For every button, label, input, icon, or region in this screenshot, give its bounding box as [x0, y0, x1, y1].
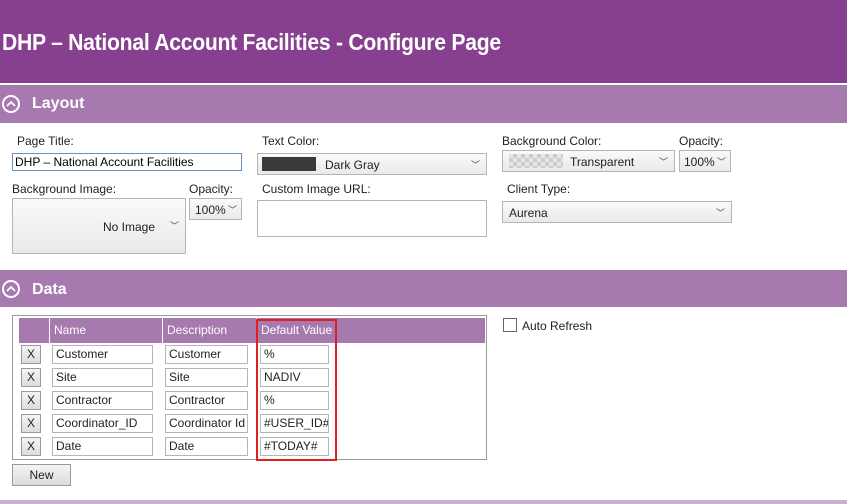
- bg-color-opacity-value: 100%: [684, 155, 715, 169]
- background-color-label: Background Color:: [502, 134, 602, 148]
- background-image-value: No Image: [103, 220, 156, 234]
- page-title-label: Page Title:: [17, 134, 74, 148]
- opacity-label: Opacity:: [679, 134, 724, 148]
- row-description-input[interactable]: Date: [165, 437, 248, 456]
- default-value-highlight: [256, 319, 337, 461]
- data-section-header[interactable]: Data: [0, 270, 847, 307]
- chevron-down-icon: ﹀: [658, 157, 668, 167]
- bg-color-opacity-dropdown[interactable]: 100% ﹀: [679, 150, 731, 172]
- chevron-down-icon: ﹀: [716, 157, 726, 167]
- row-description-input[interactable]: Coordinator Id: [165, 414, 248, 433]
- row-name-input[interactable]: Contractor: [52, 391, 153, 410]
- collapse-layout-icon[interactable]: [2, 95, 20, 113]
- auto-refresh-label[interactable]: Auto Refresh: [522, 319, 592, 333]
- client-type-value: Aurena: [509, 206, 548, 220]
- background-image-label: Background Image:: [12, 182, 117, 196]
- text-color-swatch: [262, 157, 316, 171]
- row-name-input[interactable]: Date: [52, 437, 153, 456]
- client-type-label: Client Type:: [507, 182, 571, 196]
- remove-row-button[interactable]: X: [21, 368, 41, 387]
- row-description-input[interactable]: Customer: [165, 345, 248, 364]
- auto-refresh-checkbox[interactable]: [503, 318, 517, 332]
- grid-header: Name Description Default Value: [19, 318, 485, 343]
- chevron-down-icon: ﹀: [169, 221, 179, 231]
- layout-section-header[interactable]: Layout: [0, 85, 847, 123]
- custom-image-url-input[interactable]: [257, 200, 487, 237]
- column-header-name[interactable]: Name: [49, 318, 162, 343]
- text-color-label: Text Color:: [262, 134, 320, 148]
- background-color-dropdown[interactable]: Transparent ﹀: [502, 150, 675, 172]
- custom-image-url-label: Custom Image URL:: [262, 182, 371, 196]
- collapse-data-icon[interactable]: [2, 280, 20, 298]
- chevron-down-icon: ﹀: [470, 160, 480, 170]
- row-description-input[interactable]: Contractor: [165, 391, 248, 410]
- data-section-label: Data: [32, 281, 67, 298]
- layout-section-label: Layout: [32, 95, 85, 112]
- remove-row-button[interactable]: X: [21, 391, 41, 410]
- background-color-value: Transparent: [570, 155, 635, 169]
- chevron-down-icon: ﹀: [715, 208, 725, 218]
- client-type-dropdown[interactable]: Aurena ﹀: [502, 201, 732, 223]
- remove-row-button[interactable]: X: [21, 437, 41, 456]
- text-color-dropdown[interactable]: Dark Gray ﹀: [257, 153, 487, 175]
- page-title-input[interactable]: [12, 153, 242, 171]
- bg-image-opacity-value: 100%: [195, 203, 226, 217]
- page-title: DHP – National Account Facilities - Conf…: [2, 29, 501, 55]
- background-image-dropdown[interactable]: No Image ﹀: [12, 198, 186, 254]
- remove-row-button[interactable]: X: [21, 345, 41, 364]
- row-description-input[interactable]: Site: [165, 368, 248, 387]
- column-header-description[interactable]: Description: [162, 318, 256, 343]
- grid-header-remove: [19, 318, 49, 343]
- bg-image-opacity-label: Opacity:: [189, 182, 234, 196]
- text-color-value: Dark Gray: [325, 158, 380, 172]
- title-bar: DHP – National Account Facilities - Conf…: [0, 0, 847, 83]
- next-section-edge: [0, 500, 847, 504]
- chevron-down-icon: ﹀: [227, 205, 237, 215]
- row-name-input[interactable]: Site: [52, 368, 153, 387]
- row-name-input[interactable]: Coordinator_ID: [52, 414, 153, 433]
- transparent-swatch: [509, 154, 563, 168]
- new-row-button[interactable]: New: [12, 464, 71, 486]
- bg-image-opacity-dropdown[interactable]: 100% ﹀: [189, 198, 242, 220]
- row-name-input[interactable]: Customer: [52, 345, 153, 364]
- remove-row-button[interactable]: X: [21, 414, 41, 433]
